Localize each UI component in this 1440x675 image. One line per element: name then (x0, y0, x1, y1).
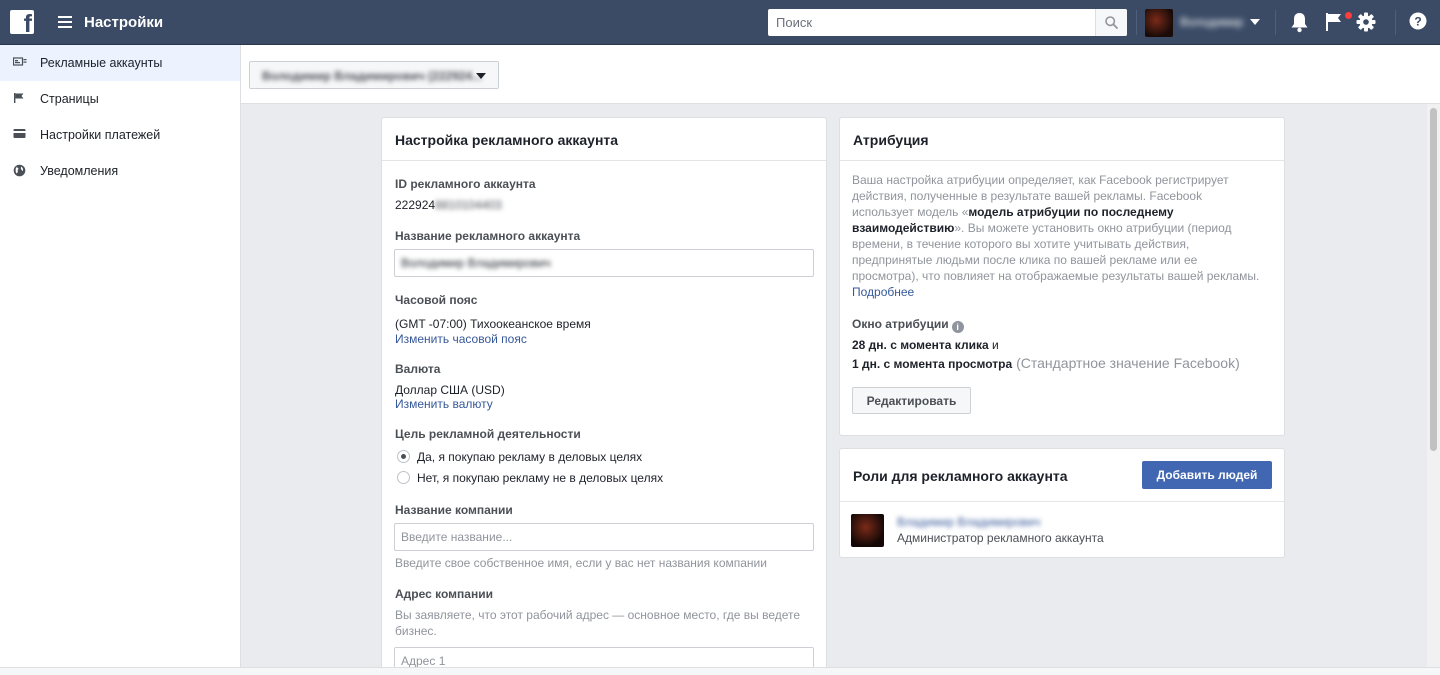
sidebar-item-ad-accounts[interactable]: Рекламные аккаунты (0, 45, 240, 81)
flag-icon (14, 93, 24, 103)
card-title: Роли для рекламного аккаунта (853, 468, 1068, 484)
bell-icon[interactable] (1290, 12, 1309, 33)
chevron-down-icon[interactable] (1250, 19, 1260, 25)
sidebar-item-payment-settings[interactable]: Настройки платежей (0, 117, 240, 153)
sidebar: Рекламные аккаунты Страницы Настройки пл… (0, 45, 241, 675)
credit-card-icon (13, 129, 26, 138)
purpose-personal-radio[interactable] (397, 471, 410, 484)
change-currency-link[interactable]: Изменить валюту (395, 397, 493, 411)
account-name-field[interactable] (394, 249, 814, 277)
search-icon (1105, 16, 1118, 29)
attribution-window-label: Окно атрибуции i (852, 317, 964, 333)
ad-account-icon (13, 57, 27, 66)
change-timezone-link[interactable]: Изменить часовой пояс (395, 332, 527, 346)
company-address-label: Адрес компании (395, 587, 493, 601)
sidebar-item-label: Настройки платежей (40, 128, 161, 142)
account-id-hidden: 8810104403 (435, 198, 502, 212)
flag-icon[interactable] (1325, 12, 1343, 32)
sidebar-item-label: Страницы (40, 92, 99, 106)
account-selector-bar: Володимир Владимирович (222924... (241, 45, 1440, 104)
gear-icon[interactable] (1356, 12, 1376, 32)
scrollbar-thumb[interactable] (1430, 108, 1437, 451)
ad-account-dropdown-label: Володимир Владимирович (222924... (262, 69, 483, 83)
sidebar-item-pages[interactable]: Страницы (0, 81, 240, 117)
top-navigation-bar: f Настройки Володимир (0, 0, 1440, 45)
account-name-label: Название рекламного аккаунта (395, 229, 581, 243)
card-header: Атрибуция (840, 118, 1284, 161)
timezone-value: (GMT -07:00) Тихоокеанское время (395, 317, 591, 331)
divider (1275, 10, 1276, 35)
sidebar-item-label: Рекламные аккаунты (40, 56, 163, 70)
scrollbar[interactable] (1427, 104, 1440, 667)
purpose-personal-label[interactable]: Нет, я покупаю рекламу не в деловых целя… (417, 471, 663, 485)
avatar[interactable] (1145, 9, 1173, 37)
view-window-value: 1 дн. с момента просмотра (852, 357, 1013, 371)
company-address-hint: Вы заявляете, что этот рабочий адрес — о… (395, 608, 801, 638)
bottom-edge (0, 667, 1440, 675)
edit-attribution-button[interactable]: Редактировать (852, 387, 971, 414)
attribution-view-window: 1 дн. с момента просмотра (Стандартное з… (852, 355, 1240, 371)
avatar[interactable] (851, 514, 884, 547)
attribution-description: Ваша настройка атрибуции определяет, как… (852, 172, 1262, 300)
info-icon[interactable]: i (951, 321, 964, 333)
account-id-prefix: 222924 (395, 198, 436, 212)
ad-account-dropdown[interactable]: Володимир Владимирович (222924... (249, 61, 499, 89)
purpose-business-radio[interactable] (397, 450, 410, 463)
divider (1136, 10, 1137, 35)
attribution-card: Атрибуция Ваша настройка атрибуции опред… (839, 117, 1285, 436)
account-id-value: 2229248810104403 (395, 198, 502, 212)
card-header: Настройка рекламного аккаунта (382, 118, 826, 161)
ad-account-roles-card: Роли для рекламного аккаунта Добавить лю… (839, 448, 1285, 558)
facebook-logo-icon[interactable]: f (10, 10, 34, 34)
svg-text:?: ? (1414, 15, 1421, 29)
globe-icon (13, 164, 26, 177)
chevron-down-icon (476, 73, 486, 79)
attribution-window-text: Окно атрибуции (852, 317, 949, 331)
company-name-hint: Введите свое собственное имя, если у вас… (395, 556, 767, 570)
card-title: Настройка рекламного аккаунта (395, 132, 619, 148)
currency-value: Доллар США (USD) (395, 383, 505, 397)
account-id-label: ID рекламного аккаунта (395, 177, 536, 191)
sidebar-item-label: Уведомления (40, 164, 119, 178)
search-button[interactable] (1095, 9, 1127, 36)
page-title: Настройки (84, 14, 164, 31)
divider (1395, 10, 1396, 35)
click-window-and: и (988, 338, 999, 352)
learn-more-link[interactable]: Подробнее (852, 285, 914, 299)
notification-badge (1345, 12, 1352, 19)
ad-account-settings-card: Настройка рекламного аккаунта ID рекламн… (381, 117, 827, 675)
search-box (768, 9, 1127, 36)
card-title: Атрибуция (853, 132, 929, 148)
role-person-name[interactable]: Владимир Владимирович (897, 515, 1040, 529)
add-people-button[interactable]: Добавить людей (1142, 461, 1272, 489)
help-icon[interactable]: ? (1409, 12, 1427, 30)
card-header: Роли для рекламного аккаунта Добавить лю… (840, 449, 1284, 502)
company-name-field[interactable] (394, 523, 814, 551)
company-name-label: Название компании (395, 503, 513, 517)
default-note: (Стандартное значение Facebook) (1012, 355, 1240, 371)
role-person-role: Администратор рекламного аккаунта (897, 531, 1104, 545)
username[interactable]: Володимир (1180, 15, 1243, 29)
ad-purpose-label: Цель рекламной деятельности (395, 427, 581, 441)
currency-label: Валюта (395, 362, 441, 376)
company-name-input[interactable] (395, 524, 813, 550)
attribution-click-window: 28 дн. с момента клика и (852, 338, 999, 352)
click-window-value: 28 дн. с момента клика (852, 338, 989, 352)
timezone-label: Часовой пояс (395, 293, 478, 307)
sidebar-item-notifications[interactable]: Уведомления (0, 153, 240, 189)
purpose-business-label[interactable]: Да, я покупаю рекламу в деловых целях (417, 450, 642, 464)
search-input[interactable] (768, 9, 1095, 36)
account-name-input[interactable] (395, 250, 813, 276)
menu-icon[interactable] (58, 16, 72, 28)
